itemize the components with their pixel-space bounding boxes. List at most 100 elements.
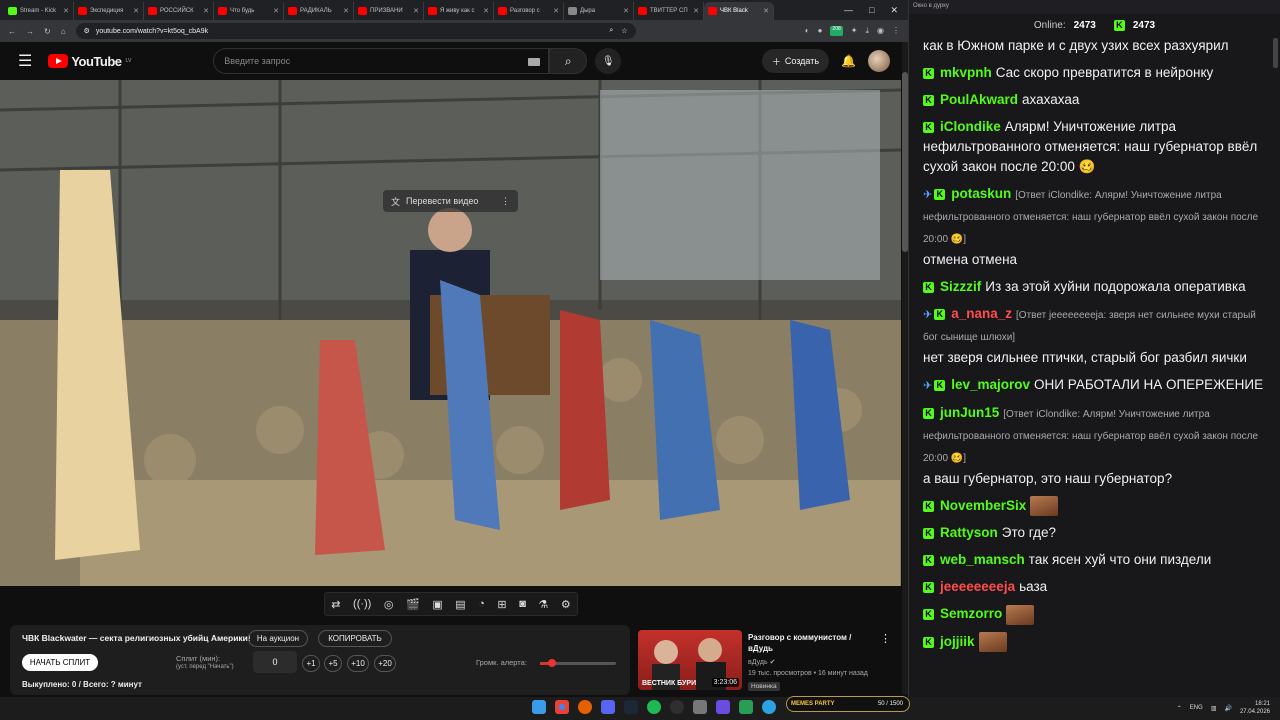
recommended-video[interactable]: ВЕСТНИК БУРИ 3:23:06 Разговор с коммунис…	[638, 628, 900, 694]
video-thumbnail[interactable]: ВЕСТНИК БУРИ 3:23:06	[638, 630, 742, 690]
puzzle-icon[interactable]: ✦	[851, 26, 858, 36]
browser-tab[interactable]: Экспедиция ✕	[74, 2, 144, 20]
telegram-icon[interactable]	[762, 700, 776, 714]
extension-icon[interactable]: ◐	[805, 26, 810, 36]
flask-icon[interactable]: ⚗	[538, 598, 548, 611]
record-icon[interactable]: ◎	[384, 598, 394, 611]
frame-icon[interactable]: ▣	[432, 598, 442, 611]
more-icon[interactable]: ⋮	[501, 196, 510, 207]
home-icon[interactable]: ⌂	[61, 27, 66, 36]
tab-close-icon[interactable]: ✕	[763, 7, 769, 15]
keyboard-icon[interactable]	[528, 58, 541, 66]
chat-username[interactable]: jeeeeeeeeja	[940, 579, 1015, 594]
chat-username[interactable]: iClondike	[940, 119, 1001, 134]
obs-icon[interactable]	[670, 700, 684, 714]
increment-button[interactable]: +1	[302, 655, 320, 672]
profile-icon[interactable]: ◉	[877, 26, 884, 36]
tab-close-icon[interactable]: ✕	[273, 7, 279, 15]
increment-button[interactable]: +10	[347, 655, 369, 672]
discord-icon[interactable]	[601, 700, 615, 714]
steam-icon[interactable]	[624, 700, 638, 714]
memes-party-widget[interactable]: MEMES PARTY 50 / 1500	[786, 696, 910, 712]
tab-close-icon[interactable]: ✕	[483, 7, 489, 15]
chevron-up-icon[interactable]: ⌃	[1177, 705, 1182, 712]
broadcast-icon[interactable]: ((·))	[353, 598, 371, 610]
film-icon[interactable]: ▤	[455, 598, 465, 611]
slider-knob[interactable]	[547, 659, 556, 667]
extension-badge[interactable]: 208	[830, 26, 843, 36]
browser-tab[interactable]: ПРИЗВАНИ ✕	[354, 2, 424, 20]
youtube-logo[interactable]: YouTube LV	[48, 54, 131, 69]
chat-username[interactable]: web_mansch	[940, 552, 1025, 567]
chat-username[interactable]: PoulAkward	[940, 92, 1018, 107]
network-icon[interactable]: ▥	[1211, 705, 1217, 712]
tab-close-icon[interactable]: ✕	[203, 7, 209, 15]
close-window-icon[interactable]: ✕	[890, 5, 898, 16]
browser-tab[interactable]: ЧВК Black ✕	[704, 2, 774, 20]
increment-button[interactable]: +20	[374, 655, 396, 672]
loop-icon[interactable]: ⇄	[331, 598, 340, 611]
url-field[interactable]: ⚙ youtube.com/watch?v=kt5oq_cbA9k ⌕ ☆	[75, 23, 636, 39]
split-minutes-input[interactable]: 0	[253, 651, 297, 673]
forward-icon[interactable]: →	[26, 27, 34, 36]
tab-close-icon[interactable]: ✕	[343, 7, 349, 15]
tab-close-icon[interactable]: ✕	[133, 7, 139, 15]
create-button[interactable]: ＋ Создать	[761, 49, 830, 73]
tab-close-icon[interactable]: ✕	[63, 7, 69, 15]
media-icon[interactable]	[716, 700, 730, 714]
channel-name[interactable]: вДудь ✔	[748, 658, 775, 666]
chat-username[interactable]: potaskun	[951, 186, 1011, 201]
volume-icon[interactable]: 🔊	[1224, 705, 1231, 712]
speed-icon[interactable]: ◔	[478, 598, 485, 610]
scrollbar-thumb[interactable]	[1273, 38, 1278, 68]
search-button[interactable]: ⌕	[549, 48, 588, 74]
tab-close-icon[interactable]: ✕	[693, 7, 699, 15]
copy-button[interactable]: КОПИРОВАТЬ	[318, 630, 392, 647]
lang-indicator[interactable]: ENG	[1190, 705, 1203, 711]
browser-tab[interactable]: РАДИКАЛЬ ✕	[284, 2, 354, 20]
tab-close-icon[interactable]: ✕	[623, 7, 629, 15]
clapper-icon[interactable]: 🎬	[406, 598, 420, 611]
auction-button[interactable]: На аукцион	[248, 630, 308, 647]
chat-username[interactable]: Sizzzif	[940, 279, 981, 294]
firefox-icon[interactable]	[578, 700, 592, 714]
tab-close-icon[interactable]: ✕	[413, 7, 419, 15]
chat-username[interactable]: NovemberSix	[940, 498, 1026, 513]
app-icon[interactable]	[739, 700, 753, 714]
voice-search-button[interactable]: 🎙	[595, 48, 622, 74]
chat-username[interactable]: junJun15	[940, 405, 999, 420]
browser-tab[interactable]: Я живу как с ✕	[424, 2, 494, 20]
alert-volume-slider[interactable]	[540, 659, 616, 667]
chat-username[interactable]: Semzorro	[940, 606, 1002, 621]
spotify-icon[interactable]	[647, 700, 661, 714]
screenshot-icon[interactable]: ◙	[519, 598, 526, 610]
chat-username[interactable]: a_nana_z	[951, 306, 1012, 321]
site-info-icon[interactable]: ⚙	[84, 27, 90, 35]
video-player[interactable]: 文 Перевести видео ⋮	[0, 80, 901, 586]
app-icon[interactable]	[693, 700, 707, 714]
chat-username[interactable]: jojjiik	[940, 634, 975, 649]
notifications-bell-icon[interactable]: 🔔	[841, 54, 856, 68]
chrome-icon[interactable]	[555, 700, 569, 714]
translate-video-button[interactable]: 文 Перевести видео ⋮	[383, 190, 518, 212]
menu-icon[interactable]: ⋮	[892, 26, 900, 36]
hamburger-menu-icon[interactable]: ☰	[18, 51, 32, 71]
increment-button[interactable]: +5	[324, 655, 342, 672]
browser-tab[interactable]: РОССИЙСК ✕	[144, 2, 214, 20]
clock[interactable]: 18:21 27.04.2026	[1240, 700, 1270, 716]
chat-scrollbar[interactable]	[1273, 38, 1278, 688]
browser-tab[interactable]: Дыра ✕	[564, 2, 634, 20]
bookmark-star-icon[interactable]: ☆	[621, 27, 627, 35]
avatar[interactable]	[868, 50, 890, 72]
browser-tab[interactable]: Что будь ✕	[214, 2, 284, 20]
chat-username[interactable]: mkvpnh	[940, 65, 992, 80]
chat-username[interactable]: lev_majorov	[951, 377, 1030, 392]
zoom-icon[interactable]: ⌕	[609, 27, 613, 35]
chat-username[interactable]: Rattyson	[940, 525, 998, 540]
minimize-icon[interactable]: —	[844, 5, 853, 15]
search-input[interactable]: Введите запрос	[213, 48, 550, 74]
browser-tab[interactable]: Разговор с ✕	[494, 2, 564, 20]
windows-start-icon[interactable]	[532, 700, 546, 714]
download-icon[interactable]: ⤓	[865, 26, 869, 36]
back-icon[interactable]: ←	[8, 27, 16, 36]
